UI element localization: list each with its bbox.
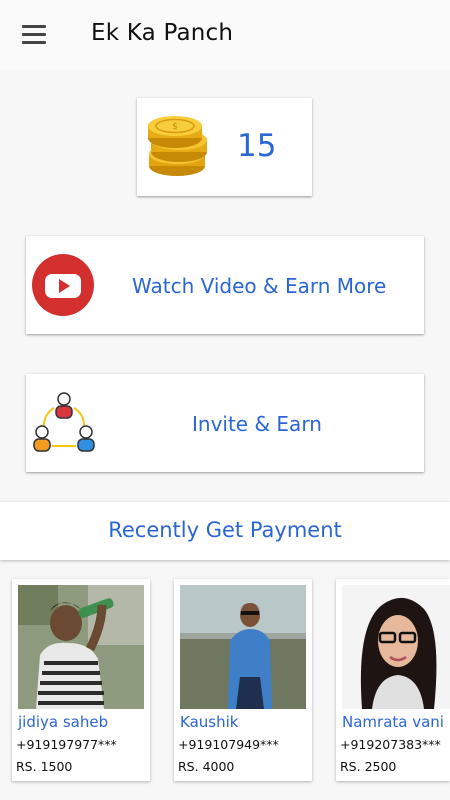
svg-text:$: $ xyxy=(172,122,178,132)
payment-card[interactable]: Kaushik +919107949*** RS. 4000 xyxy=(174,579,312,781)
invite-earn-label: Invite & Earn xyxy=(192,412,322,436)
payment-user-name: Namrata vani xyxy=(342,713,444,731)
referral-users-icon xyxy=(33,392,95,452)
app-title: Ek Ka Panch xyxy=(91,20,234,46)
payment-user-name: Kaushik xyxy=(180,713,239,731)
user-photo xyxy=(18,585,144,709)
user-photo xyxy=(342,585,450,709)
payment-card[interactable]: jidiya saheb +919197977*** RS. 1500 xyxy=(12,579,150,781)
payment-amount: RS. 1500 xyxy=(16,759,73,774)
section-title: Recently Get Payment xyxy=(108,518,342,542)
app-bar: Ek Ka Panch xyxy=(0,0,450,70)
invite-earn-button[interactable]: Invite & Earn xyxy=(26,374,424,472)
youtube-play-icon xyxy=(32,254,94,316)
coin-count: 15 xyxy=(237,128,277,164)
payment-user-phone: +919107949*** xyxy=(178,737,279,752)
gold-coins-icon: $ xyxy=(148,116,207,176)
payment-amount: RS. 4000 xyxy=(178,759,235,774)
watch-video-button[interactable]: Watch Video & Earn More xyxy=(26,236,424,334)
recent-payments-header: Recently Get Payment xyxy=(0,502,450,560)
payment-amount: RS. 2500 xyxy=(340,759,397,774)
payment-card[interactable]: Namrata vani +919207383*** RS. 2500 xyxy=(336,579,450,781)
payment-user-phone: +919197977*** xyxy=(16,737,117,752)
watch-video-label: Watch Video & Earn More xyxy=(132,274,387,298)
payment-user-phone: +919207383*** xyxy=(340,737,441,752)
coin-balance-card: $ 15 xyxy=(137,98,312,196)
payment-user-name: jidiya saheb xyxy=(18,713,109,731)
user-photo xyxy=(180,585,306,709)
hamburger-menu-icon[interactable] xyxy=(22,25,48,45)
